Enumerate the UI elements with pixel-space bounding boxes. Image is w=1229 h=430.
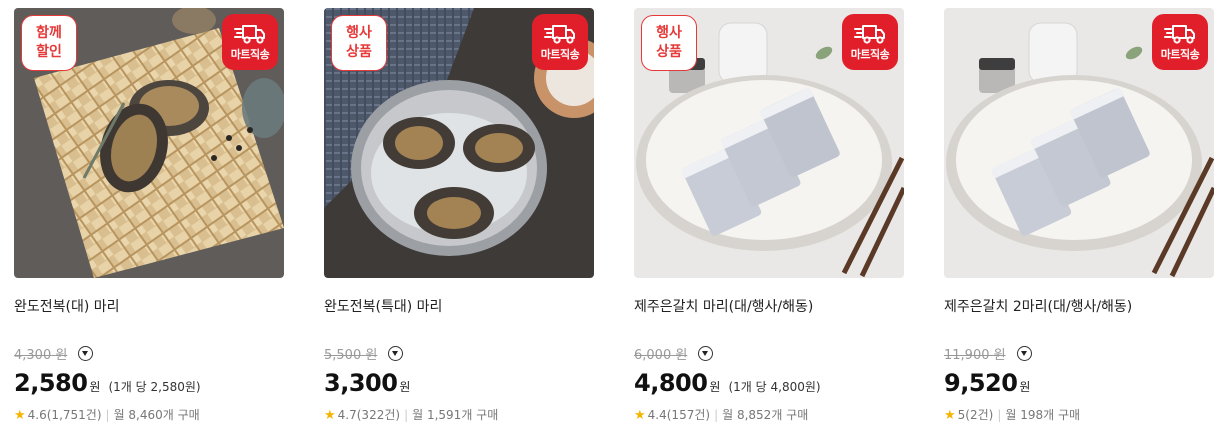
original-price-row: 5,500 원: [324, 343, 404, 363]
original-price-row: 4,300 원: [14, 343, 94, 363]
original-price: 11,900 원: [944, 348, 1006, 363]
product-card[interactable]: 행사 상품 마트직송 완도전복(특대) 마리 5,500 원 3,300 원 ★ 4…: [324, 8, 594, 423]
product-title[interactable]: 제주은갈치 2마리(대/행사/해동): [944, 296, 1132, 316]
monthly-purchases: 월 1,591개 구매: [412, 408, 499, 422]
mart-delivery-badge: 마트직송: [842, 14, 898, 70]
original-price: 4,300 원: [14, 348, 68, 363]
sale-price: 3,300: [324, 369, 398, 397]
price-detail-toggle-icon[interactable]: [698, 346, 714, 361]
mart-delivery-badge: 마트직송: [222, 14, 278, 70]
original-price-row: 6,000 원: [634, 343, 714, 363]
rating-value: 4.4: [647, 408, 667, 422]
original-price: 5,500 원: [324, 348, 378, 363]
rating-row: ★ 4.7(322건) | 월 1,591개 구매: [324, 408, 499, 423]
delivery-truck-icon: [853, 23, 887, 45]
product-title[interactable]: 제주은갈치 마리(대/행사/해동): [634, 296, 813, 316]
price-detail-toggle-icon[interactable]: [388, 346, 404, 361]
monthly-purchases: 월 8,460개 구매: [113, 408, 200, 422]
review-count: (1,751건): [46, 408, 102, 422]
product-card[interactable]: 행사 상품 마트직송 제주은갈치 마리(대/행사/해동) 6,000 원 4,8…: [634, 8, 904, 423]
rating-value: 4.7: [337, 408, 357, 422]
promo-badge: 행사 상품: [641, 15, 697, 71]
review-count: (322건): [356, 408, 401, 422]
original-price-row: 11,900 원: [944, 343, 1032, 363]
star-icon: ★: [14, 408, 26, 423]
product-image[interactable]: 행사 상품 마트직송: [324, 8, 594, 278]
promo-badge: 함께 할인: [21, 15, 77, 71]
monthly-purchases: 월 8,852개 구매: [722, 408, 809, 422]
rating-row: ★ 4.4(157건) | 월 8,852개 구매: [634, 408, 809, 423]
delivery-truck-icon: [543, 23, 577, 45]
product-image[interactable]: 행사 상품 마트직송: [634, 8, 904, 278]
review-count: (157건): [666, 408, 711, 422]
product-title[interactable]: 완도전복(특대) 마리: [324, 296, 442, 316]
delivery-truck-icon: [1163, 23, 1197, 45]
product-image[interactable]: 마트직송: [944, 8, 1214, 278]
product-image[interactable]: 함께 할인 마트직송: [14, 8, 284, 278]
sale-price-row: 3,300 원: [324, 369, 411, 397]
star-icon: ★: [944, 408, 956, 423]
product-title[interactable]: 완도전복(대) 마리: [14, 296, 120, 316]
rating-row: ★ 4.6(1,751건) | 월 8,460개 구매: [14, 408, 200, 423]
original-price: 6,000 원: [634, 348, 688, 363]
sale-price: 2,580: [14, 369, 88, 397]
price-detail-toggle-icon[interactable]: [78, 346, 94, 361]
promo-badge: 행사 상품: [331, 15, 387, 71]
rating-row: ★ 5(2건) | 월 198개 구매: [944, 408, 1081, 423]
sale-price-row: 9,520 원: [944, 369, 1031, 397]
sale-price-row: 4,800 원 (1개 당 4,800원): [634, 369, 821, 397]
sale-price: 9,520: [944, 369, 1018, 397]
unit-price: (1개 당 2,580원): [108, 380, 201, 394]
review-count: (2건): [965, 408, 994, 422]
rating-value: 4.6: [27, 408, 47, 422]
mart-delivery-badge: 마트직송: [1152, 14, 1208, 70]
delivery-truck-icon: [233, 23, 267, 45]
monthly-purchases: 월 198개 구매: [1005, 408, 1081, 422]
price-detail-toggle-icon[interactable]: [1016, 346, 1032, 361]
star-icon: ★: [634, 408, 646, 423]
mart-delivery-badge: 마트직송: [532, 14, 588, 70]
sale-price-row: 2,580 원 (1개 당 2,580원): [14, 369, 201, 397]
star-icon: ★: [324, 408, 336, 423]
product-grid: 함께 할인 마트직송 완도전복(대) 마리 4,300 원 2,580 원 (1개 …: [0, 0, 1229, 430]
product-card[interactable]: 마트직송 제주은갈치 2마리(대/행사/해동) 11,900 원 9,520 원 …: [944, 8, 1214, 423]
unit-price: (1개 당 4,800원): [728, 380, 821, 394]
product-card[interactable]: 함께 할인 마트직송 완도전복(대) 마리 4,300 원 2,580 원 (1개 …: [14, 8, 284, 423]
sale-price: 4,800: [634, 369, 708, 397]
